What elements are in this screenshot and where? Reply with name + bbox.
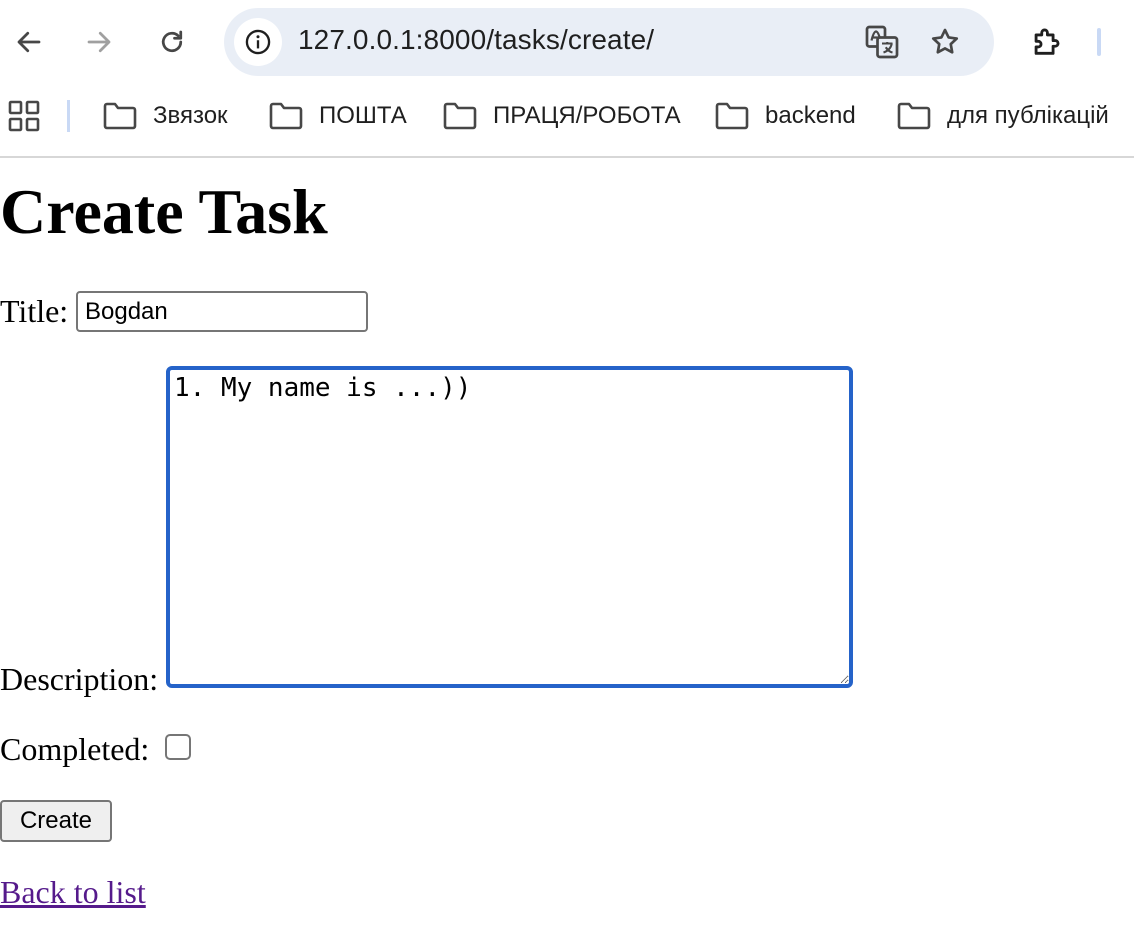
browser-toolbar: 127.0.0.1:8000/tasks/create/ <box>0 0 1134 84</box>
description-textarea[interactable]: 1. My name is ...)) <box>166 366 853 688</box>
back-button[interactable] <box>9 22 49 62</box>
toolbar-separator <box>1097 28 1101 56</box>
reload-button[interactable] <box>152 22 192 62</box>
bookmarks-bar: Звязок ПОШТА ПРАЦЯ/РОБОТА backend для пу… <box>0 84 1134 158</box>
bookmark-star-button[interactable] <box>925 22 965 62</box>
bookmark-label: для публікацій <box>947 102 1109 129</box>
folder-icon <box>443 102 477 130</box>
arrow-right-icon <box>87 31 111 53</box>
completed-label: Completed: <box>0 731 150 767</box>
extensions-button[interactable] <box>1026 22 1066 62</box>
arrow-left-icon <box>17 31 41 53</box>
star-icon <box>931 28 959 54</box>
bookmark-label: ПРАЦЯ/РОБОТА <box>493 102 681 129</box>
info-icon <box>245 29 271 55</box>
description-label: Description: <box>0 661 159 697</box>
bookmark-folder-zvyazok[interactable]: Звязок <box>103 98 228 134</box>
bookmark-label: ПОШТА <box>319 102 407 129</box>
puzzle-icon <box>1034 28 1060 55</box>
bookmark-folder-dlya-publikatsiy[interactable]: для публікацій <box>897 98 1109 134</box>
folder-icon <box>269 102 303 130</box>
folder-icon <box>103 102 137 130</box>
create-button[interactable]: Create <box>0 800 112 842</box>
apps-grid-icon[interactable] <box>8 100 40 132</box>
page-title: Create Task <box>0 176 328 247</box>
bookmark-folder-poshta[interactable]: ПОШТА <box>269 98 407 134</box>
folder-icon <box>715 102 749 130</box>
title-label: Title: <box>0 293 69 329</box>
title-input[interactable] <box>76 291 368 332</box>
bookmark-label: Звязок <box>153 102 228 129</box>
bookmark-label: backend <box>765 102 856 129</box>
reload-icon <box>161 30 183 53</box>
address-bar[interactable]: 127.0.0.1:8000/tasks/create/ <box>224 8 994 76</box>
translate-button[interactable] <box>862 22 902 62</box>
back-to-list-link[interactable]: Back to list <box>0 874 146 910</box>
bookmark-folder-pratsya-robota[interactable]: ПРАЦЯ/РОБОТА <box>443 98 681 134</box>
forward-button[interactable] <box>79 22 119 62</box>
bookmark-folder-backend[interactable]: backend <box>715 98 856 134</box>
bookmarks-separator <box>67 100 70 132</box>
translate-icon <box>865 25 899 59</box>
folder-icon <box>897 102 931 130</box>
site-info-button[interactable] <box>234 18 282 66</box>
completed-checkbox[interactable] <box>165 734 191 760</box>
url-text[interactable]: 127.0.0.1:8000/tasks/create/ <box>298 24 654 56</box>
